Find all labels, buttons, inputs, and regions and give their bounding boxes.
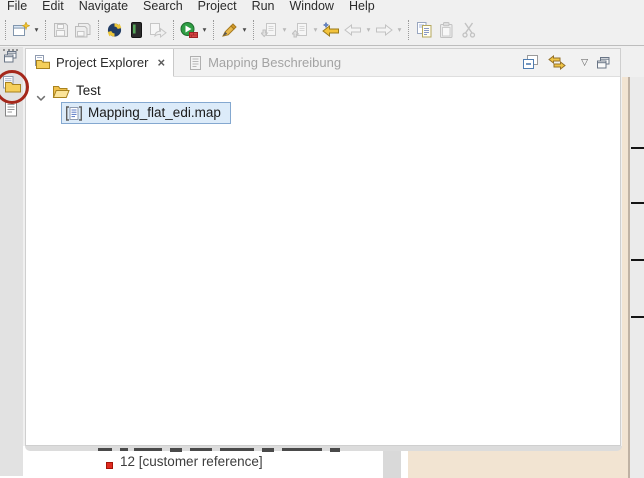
- forward-dropdown-icon: ▾: [395, 25, 404, 34]
- toolbar-handle: [5, 20, 6, 40]
- back-icon: [342, 18, 364, 42]
- transfer-icon: [147, 18, 169, 42]
- view-toolbar: ▽: [523, 49, 620, 76]
- back-dropdown-icon: ▾: [364, 25, 373, 34]
- clipped-text-fragment: [134, 448, 162, 451]
- clipped-text-fragment: [120, 448, 128, 451]
- tree-label-mapping-file: Mapping_flat_edi.map: [88, 105, 221, 120]
- menu-window[interactable]: Window: [290, 0, 334, 13]
- list-item-number: 12: [120, 454, 135, 469]
- clipped-text-fragment: [190, 448, 212, 451]
- paste-icon: [435, 18, 457, 42]
- view-menu-icon[interactable]: ▽: [581, 58, 588, 68]
- project-explorer-fast-view-icon[interactable]: [2, 76, 21, 93]
- right-panel-sliver: [630, 77, 644, 478]
- list-marker-square: [106, 462, 113, 469]
- marker-pen-icon[interactable]: [218, 18, 240, 42]
- project-explorer-tab-icon: [34, 55, 50, 70]
- link-with-editor-icon[interactable]: [548, 55, 566, 70]
- toolbar-separator: [408, 20, 409, 40]
- save-all-icon: [72, 18, 94, 42]
- toolbar-separator: [213, 20, 214, 40]
- mapping-beschreibung-tab-icon: [189, 56, 202, 70]
- toolbar-separator: [45, 20, 46, 40]
- mapping-connection-line: [631, 147, 644, 149]
- run-icon[interactable]: [178, 18, 200, 42]
- mapping-file-icon: [65, 106, 83, 126]
- tree-label-test: Test: [76, 83, 101, 98]
- tree-row-test[interactable]: Test: [26, 81, 620, 102]
- update-icon: [289, 18, 311, 42]
- mapping-description-fast-view-icon[interactable]: [4, 101, 18, 117]
- eclipse-window: File Edit Navigate Search Project Run Wi…: [0, 0, 644, 478]
- menu-run[interactable]: Run: [252, 0, 275, 13]
- last-edit-location-icon[interactable]: [320, 18, 342, 42]
- view-tab-bar: Project Explorer × Mapping Beschreibung: [26, 49, 620, 77]
- run-dropdown-icon[interactable]: ▾: [200, 25, 209, 34]
- fast-view-bar: [0, 47, 23, 476]
- tab-label: Mapping Beschreibung: [208, 55, 341, 70]
- list-item-text: [customer reference]: [139, 454, 263, 469]
- clipped-text-fragment: [98, 448, 112, 451]
- menu-file[interactable]: File: [7, 0, 27, 13]
- tab-label: Project Explorer: [56, 55, 148, 70]
- device-icon[interactable]: [125, 18, 147, 42]
- main-toolbar: ▾: [0, 14, 644, 46]
- menu-project[interactable]: Project: [198, 0, 237, 13]
- update-dropdown-icon: ▾: [311, 25, 320, 34]
- scrollbar[interactable]: [383, 450, 401, 478]
- copy-icon[interactable]: [413, 18, 435, 42]
- toolbar-separator: [173, 20, 174, 40]
- collapse-all-icon[interactable]: [523, 55, 539, 70]
- clipped-text-fragment: [330, 448, 340, 452]
- tab-project-explorer[interactable]: Project Explorer ×: [26, 49, 174, 77]
- toolbar-separator: [98, 20, 99, 40]
- project-explorer-view: Project Explorer × Mapping Beschreibung: [25, 48, 621, 446]
- minimize-restore-icon[interactable]: [597, 57, 610, 69]
- clipped-text-fragment: [170, 448, 182, 452]
- save-icon: [50, 18, 72, 42]
- close-tab-icon[interactable]: ×: [157, 57, 165, 69]
- menu-help[interactable]: Help: [349, 0, 375, 13]
- tree-row-mapping-file-selected[interactable]: Mapping_flat_edi.map: [61, 102, 231, 124]
- forward-icon: [373, 18, 395, 42]
- mapping-connection-line: [631, 316, 644, 318]
- mapping-connection-line: [631, 259, 644, 261]
- menu-edit[interactable]: Edit: [42, 0, 64, 13]
- clipped-text-fragment: [262, 448, 274, 452]
- synchronize-icon[interactable]: [103, 18, 125, 42]
- commit-icon: [258, 18, 280, 42]
- cut-icon: [457, 18, 479, 42]
- mapping-connection-line: [631, 202, 644, 204]
- toolbar-separator: [253, 20, 254, 40]
- menu-bar: File Edit Navigate Search Project Run Wi…: [0, 0, 644, 14]
- menu-search[interactable]: Search: [143, 0, 183, 13]
- new-wizard-icon[interactable]: [10, 18, 32, 42]
- project-tree: Test Mapping_flat_edi.map: [26, 77, 620, 445]
- open-folder-icon: [52, 84, 70, 104]
- clipped-text-fragment: [220, 448, 254, 451]
- menu-navigate[interactable]: Navigate: [79, 0, 128, 13]
- clipped-text-fragment: [282, 448, 322, 451]
- marker-pen-dropdown-icon[interactable]: ▾: [240, 25, 249, 34]
- new-wizard-dropdown-icon[interactable]: ▾: [32, 25, 41, 34]
- chevron-down-icon[interactable]: [36, 89, 46, 107]
- commit-dropdown-icon: ▾: [280, 25, 289, 34]
- view-bottom-frame: [25, 446, 622, 451]
- tab-mapping-beschreibung[interactable]: Mapping Beschreibung: [181, 49, 349, 76]
- list-item[interactable]: 12 [customer reference]: [120, 454, 263, 469]
- restore-view-icon[interactable]: [4, 51, 17, 63]
